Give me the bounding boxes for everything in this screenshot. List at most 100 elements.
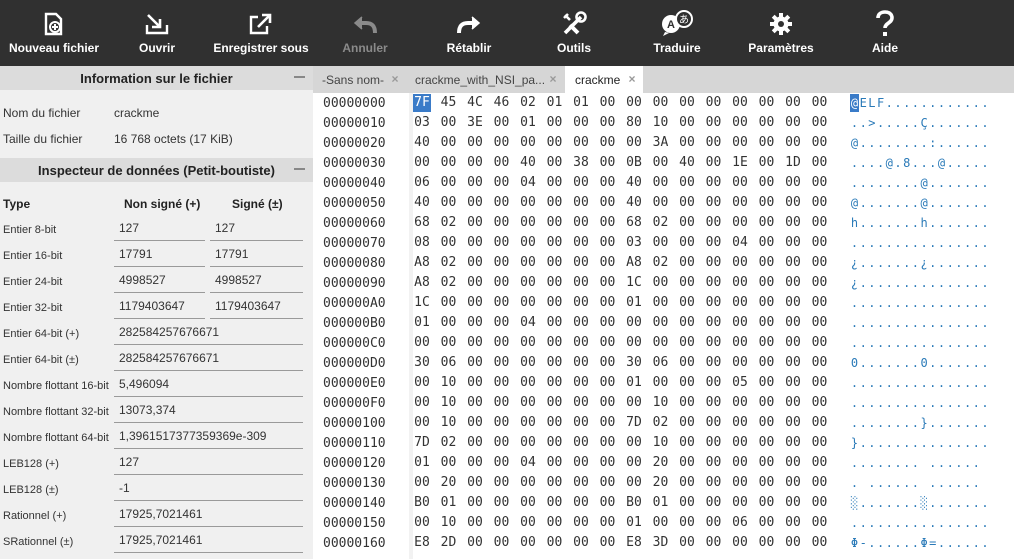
ascii-char[interactable]: .	[937, 194, 946, 212]
ascii-char[interactable]: .	[859, 374, 868, 392]
hex-byte[interactable]: 1C	[413, 294, 431, 312]
ascii-char[interactable]: .	[981, 314, 990, 332]
ascii-char[interactable]: .	[928, 334, 937, 352]
hex-byte[interactable]: 00	[705, 454, 723, 472]
ascii-char[interactable]: .	[963, 314, 972, 332]
hex-byte[interactable]: 00	[731, 334, 749, 352]
ascii-char[interactable]: .	[981, 194, 990, 212]
hex-byte[interactable]: 04	[731, 234, 749, 252]
ascii-char[interactable]: .	[946, 254, 955, 272]
ascii-char[interactable]: :	[928, 134, 937, 152]
hex-byte[interactable]: 00	[705, 134, 723, 152]
ascii-char[interactable]: .	[928, 274, 937, 292]
ascii-char[interactable]: .	[911, 374, 920, 392]
hex-byte[interactable]: 00	[811, 274, 829, 292]
ascii-char[interactable]: .	[920, 434, 929, 452]
hex-byte[interactable]: 1D	[784, 154, 802, 172]
ascii-char[interactable]: .	[859, 314, 868, 332]
hex-byte[interactable]: 00	[519, 354, 537, 372]
ascii-char[interactable]: .	[885, 134, 894, 152]
ascii-char[interactable]: .	[911, 274, 920, 292]
undo-button[interactable]: Annuler	[336, 0, 394, 66]
ascii-char[interactable]: .	[937, 374, 946, 392]
ascii-char[interactable]: Φ	[850, 534, 859, 552]
ascii-char[interactable]: .	[885, 534, 894, 552]
ascii-char[interactable]: .	[963, 174, 972, 192]
ascii-char[interactable]: .	[928, 374, 937, 392]
hex-byte[interactable]: 1C	[625, 274, 643, 292]
hex-byte[interactable]: 00	[413, 154, 431, 172]
hex-byte[interactable]: 00	[784, 494, 802, 512]
help-button[interactable]: Aide	[862, 0, 908, 66]
hex-byte[interactable]: 00	[811, 354, 829, 372]
hex-byte[interactable]: 00	[705, 394, 723, 412]
hex-byte[interactable]: 00	[811, 294, 829, 312]
ascii-char[interactable]: .	[850, 154, 859, 172]
ascii-char[interactable]: .	[859, 454, 868, 472]
hex-byte[interactable]: 00	[546, 434, 564, 452]
hex-byte[interactable]: 30	[625, 354, 643, 372]
ascii-char[interactable]: .	[920, 134, 929, 152]
hex-byte[interactable]: 00	[413, 514, 431, 532]
ascii-char[interactable]: .	[981, 534, 990, 552]
hex-byte[interactable]: 00	[519, 394, 537, 412]
ascii-char[interactable]: .	[850, 174, 859, 192]
ascii-char[interactable]: .	[876, 374, 885, 392]
hex-byte[interactable]: 00	[784, 314, 802, 332]
ascii-char[interactable]: .	[963, 94, 972, 112]
ascii-char[interactable]: 0	[850, 354, 859, 372]
ascii-char[interactable]: Φ	[920, 534, 929, 552]
hex-byte[interactable]: 00	[678, 414, 696, 432]
hex-byte[interactable]: 03	[625, 234, 643, 252]
ascii-char[interactable]: .	[902, 94, 911, 112]
hex-byte[interactable]: 00	[572, 254, 590, 272]
ascii-char[interactable]: .	[937, 214, 946, 232]
hex-byte[interactable]: 00	[493, 514, 511, 532]
hex-byte[interactable]: 7F	[413, 94, 431, 112]
hex-byte[interactable]: 00	[731, 314, 749, 332]
ascii-char[interactable]: .	[981, 434, 990, 452]
hex-byte[interactable]: 01	[572, 94, 590, 112]
hex-byte[interactable]: 00	[758, 414, 776, 432]
ascii-char[interactable]: .	[937, 414, 946, 432]
hex-byte[interactable]: A8	[413, 254, 431, 272]
ascii-char[interactable]: .	[954, 334, 963, 352]
hex-byte[interactable]: 00	[678, 454, 696, 472]
hex-byte[interactable]: 01	[519, 114, 537, 132]
ascii-char[interactable]: .	[850, 314, 859, 332]
ascii-char[interactable]: .	[876, 194, 885, 212]
ascii-char[interactable]: .	[954, 494, 963, 512]
ascii-char[interactable]: .	[894, 214, 903, 232]
hex-byte[interactable]: 00	[811, 474, 829, 492]
ascii-char[interactable]	[920, 474, 929, 492]
ascii-char[interactable]: .	[954, 474, 963, 492]
ascii-char[interactable]: .	[894, 394, 903, 412]
ascii-char[interactable]: .	[963, 254, 972, 272]
ascii-char[interactable]: .	[937, 474, 946, 492]
ascii-char[interactable]: .	[946, 374, 955, 392]
ascii-char[interactable]: .	[876, 294, 885, 312]
hex-byte[interactable]: 00	[652, 294, 670, 312]
hex-byte[interactable]: 00	[519, 374, 537, 392]
hex-byte[interactable]: 68	[413, 214, 431, 232]
hex-byte[interactable]: 00	[731, 434, 749, 452]
hex-byte[interactable]: 00	[731, 294, 749, 312]
hex-byte[interactable]: 01	[652, 494, 670, 512]
hex-byte[interactable]: 00	[493, 294, 511, 312]
ascii-char[interactable]: .	[928, 154, 937, 172]
hex-byte[interactable]: 00	[546, 374, 564, 392]
hex-byte[interactable]: 00	[519, 474, 537, 492]
hex-byte[interactable]: 04	[519, 314, 537, 332]
inspector-unsigned-field[interactable]: 4998527	[114, 268, 205, 293]
ascii-char[interactable]: .	[972, 274, 981, 292]
hex-byte[interactable]: 00	[493, 114, 511, 132]
hex-byte[interactable]: 00	[811, 114, 829, 132]
ascii-char[interactable]: ¿	[850, 274, 859, 292]
ascii-char[interactable]: .	[876, 314, 885, 332]
hex-byte[interactable]: 00	[705, 94, 723, 112]
ascii-char[interactable]: .	[859, 334, 868, 352]
close-icon[interactable]: ×	[388, 72, 402, 86]
hex-byte[interactable]: 00	[466, 194, 484, 212]
hex-byte[interactable]: 00	[705, 334, 723, 352]
ascii-char[interactable]: .	[963, 374, 972, 392]
